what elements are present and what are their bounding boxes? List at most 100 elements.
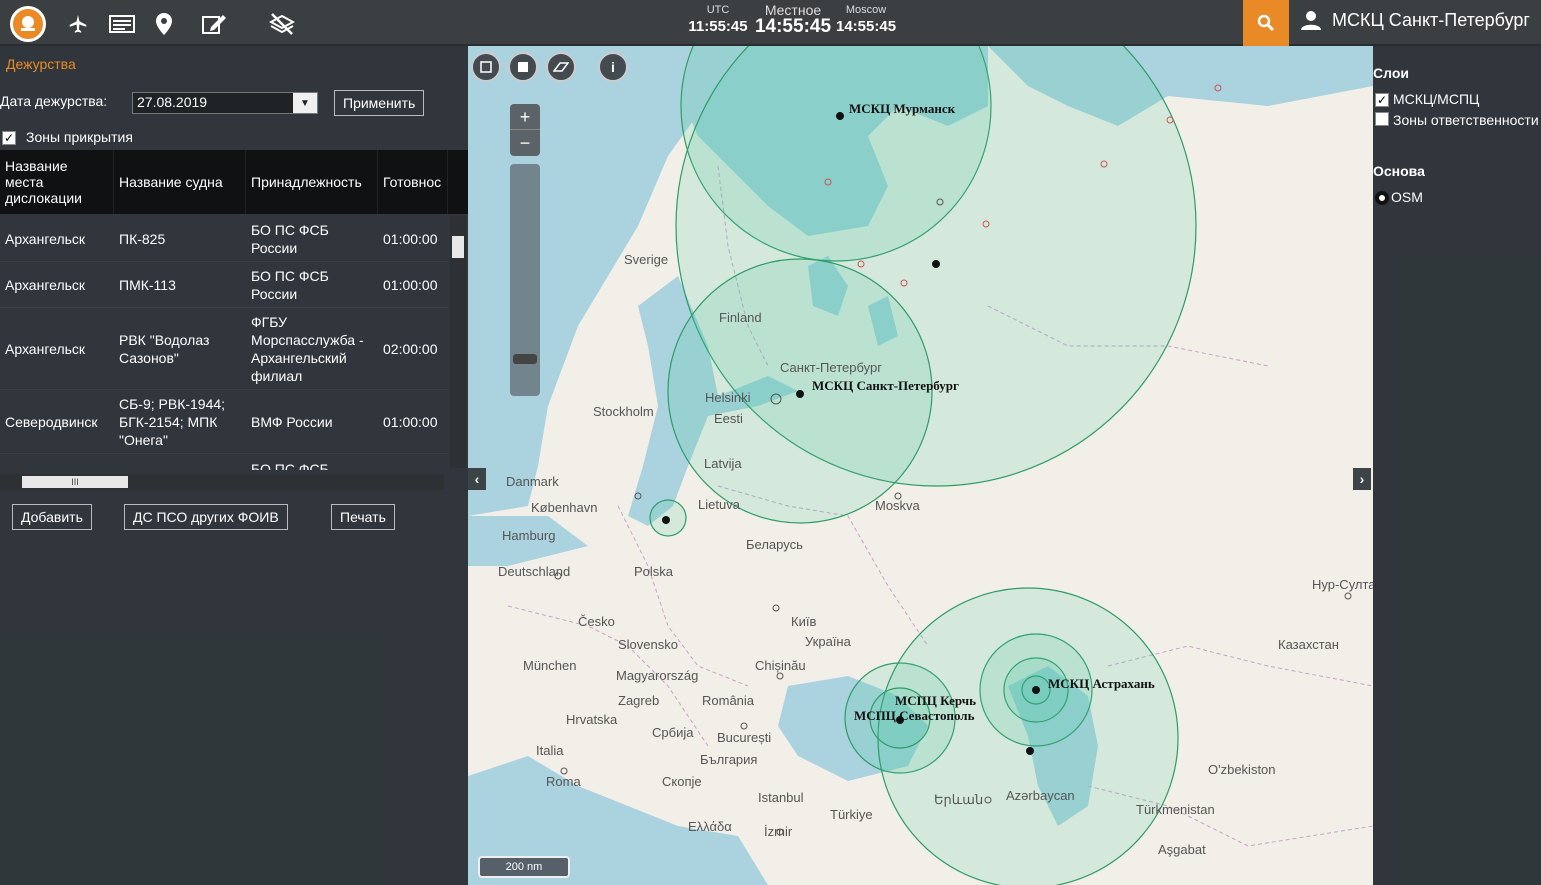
table-body: Архангельск ПК-825 БО ПС ФСБ России 01:0… xyxy=(0,216,448,470)
date-label: Дата дежурства: xyxy=(0,93,108,109)
map-view[interactable]: МСКЦ Мурманск МСКЦ Санкт-Петербург МСКЦ … xyxy=(468,46,1373,885)
utc-clock: UTC 11:55:45 xyxy=(688,3,748,37)
column-header[interactable]: Принадлежность xyxy=(246,150,378,214)
place-label: Deutschland xyxy=(498,564,570,579)
print-button[interactable]: Печать xyxy=(331,504,395,530)
cell-owner: ФГБУ Морспасслужба - Архангельский филиа… xyxy=(251,313,364,384)
zoom-in-button[interactable]: + xyxy=(510,104,540,130)
dropdown-button[interactable]: ▼ xyxy=(293,93,317,113)
search-icon xyxy=(1257,14,1275,32)
layer-label: МСКЦ/МСПЦ xyxy=(1393,91,1480,107)
place-label: Hamburg xyxy=(502,528,555,543)
base-label: OSM xyxy=(1391,189,1423,205)
place-label: København xyxy=(531,500,598,515)
cell-vessel: ПК-825 xyxy=(119,230,166,247)
duty-table: Название места дислокации Название судна… xyxy=(0,150,468,470)
coverage-checkbox[interactable]: ✓ xyxy=(2,131,16,145)
site-label-astrakhan: МСКЦ Астрахань xyxy=(1048,676,1155,691)
place-label: Polska xyxy=(634,564,674,579)
draw-rect-button[interactable] xyxy=(508,52,538,82)
collapse-left-panel-button[interactable]: ‹ xyxy=(468,468,486,490)
table-row[interactable]: Архангельск РВК "Водолаз Сазонов" ФГБУ М… xyxy=(0,308,448,390)
cell-place: Архангельск xyxy=(5,340,86,357)
column-header[interactable]: Название места дислокации xyxy=(0,150,114,214)
site-label-sevastopol: МСПЦ Севастополь xyxy=(854,708,975,723)
chevron-down-icon: ▼ xyxy=(300,97,310,109)
airplane-icon[interactable] xyxy=(64,10,92,38)
place-label: Latvija xyxy=(704,456,742,471)
eraser-button[interactable] xyxy=(546,52,576,82)
place-label: Helsinki xyxy=(705,390,751,405)
place-label: Moskva xyxy=(875,498,921,513)
place-label: Казахстан xyxy=(1278,637,1339,652)
cell-ready xyxy=(378,454,448,470)
local-clock: Местное 14:55:45 xyxy=(752,3,834,37)
cell-vessel: ПМК-113 xyxy=(119,276,176,293)
map-canvas: МСКЦ Мурманск МСКЦ Санкт-Петербург МСКЦ … xyxy=(468,46,1373,885)
column-header[interactable]: Название судна xyxy=(114,150,246,214)
place-label: Chișinău xyxy=(755,658,806,673)
other-foiv-button[interactable]: ДС ПСО других ФОИВ xyxy=(124,504,288,530)
base-radio[interactable] xyxy=(1375,191,1389,205)
search-button[interactable] xyxy=(1243,0,1289,46)
place-label: O'zbekiston xyxy=(1208,762,1276,777)
place-label: Lietuva xyxy=(698,497,741,512)
local-label: Местное xyxy=(764,2,822,18)
cell-place: Архангельск xyxy=(5,276,86,293)
place-label: İzmir xyxy=(764,824,793,839)
cell-ready: 01:00:00 xyxy=(383,276,438,293)
add-button[interactable]: Добавить xyxy=(12,504,92,530)
place-label: Eesti xyxy=(714,411,743,426)
cell-vessel xyxy=(114,454,246,470)
zoom-slider[interactable] xyxy=(510,164,540,396)
table-row[interactable]: БО ПС ФСБ xyxy=(0,454,448,471)
cell-owner: БО ПС ФСБ xyxy=(251,460,329,471)
place-label: București xyxy=(717,730,771,745)
place-label: Istanbul xyxy=(758,790,804,805)
cell-ready: 01:00:00 xyxy=(383,230,438,247)
moscow-label: Moscow xyxy=(845,4,887,16)
cell-ready: 01:00:00 xyxy=(383,413,438,430)
info-button[interactable]: i xyxy=(598,52,628,82)
base-title: Основа xyxy=(1373,163,1425,179)
place-label: Türkmenistan xyxy=(1136,802,1215,817)
place-label: München xyxy=(523,658,576,673)
edit-icon[interactable] xyxy=(200,10,228,38)
layers-title: Слои xyxy=(1373,65,1409,81)
cell-vessel: РВК "Водолаз Сазонов" xyxy=(119,331,210,366)
place-label: Italia xyxy=(536,743,564,758)
info-icon: i xyxy=(611,59,615,75)
zoom-out-button[interactable]: − xyxy=(510,130,540,156)
table-row[interactable]: Архангельск ПМК-113 БО ПС ФСБ России 01:… xyxy=(0,262,448,308)
site-label-murmansk: МСКЦ Мурманск xyxy=(849,101,956,116)
horizontal-scrollbar[interactable]: III xyxy=(0,474,444,490)
place-label: Azərbaycan xyxy=(1006,788,1075,803)
place-label: Санкт-Петербург xyxy=(780,360,882,375)
table-row[interactable]: Северодвинск СБ-9; РВК-1944; БГК-2154; М… xyxy=(0,390,448,454)
scrollbar-thumb[interactable] xyxy=(452,236,464,258)
user-menu[interactable]: МСКЦ Санкт-Петербург xyxy=(1300,9,1530,31)
map-pin-icon[interactable] xyxy=(150,10,178,38)
place-label: România xyxy=(702,693,755,708)
utc-label: UTC xyxy=(706,4,730,16)
place-label: Aşgabat xyxy=(1158,842,1206,857)
draw-circle-button[interactable] xyxy=(471,52,501,82)
date-select[interactable]: 27.08.2019 ▼ xyxy=(132,92,318,114)
no-layers-icon[interactable] xyxy=(268,10,296,38)
lifebuoy-logo-icon[interactable] xyxy=(10,6,46,42)
vertical-scrollbar[interactable] xyxy=(450,216,466,468)
cell-owner: ВМФ России xyxy=(251,413,333,430)
scrollbar-thumb[interactable]: III xyxy=(22,476,128,488)
table-row[interactable]: Архангельск ПК-825 БО ПС ФСБ России 01:0… xyxy=(0,216,448,262)
apply-button[interactable]: Применить xyxy=(334,90,425,116)
place-label: Danmark xyxy=(506,474,559,489)
zoom-slider-handle[interactable] xyxy=(513,354,537,364)
place-label: Нур-Султан xyxy=(1312,577,1373,592)
place-label: Slovensko xyxy=(618,637,678,652)
column-header[interactable]: Готовнос xyxy=(378,150,448,214)
collapse-right-panel-button[interactable]: › xyxy=(1353,468,1371,490)
scale-bar: 200 nm xyxy=(478,856,570,878)
layer-checkbox[interactable]: ✓ xyxy=(1375,93,1389,107)
layer-label: Зоны ответственности xyxy=(1393,112,1539,128)
list-card-icon[interactable] xyxy=(108,10,136,38)
